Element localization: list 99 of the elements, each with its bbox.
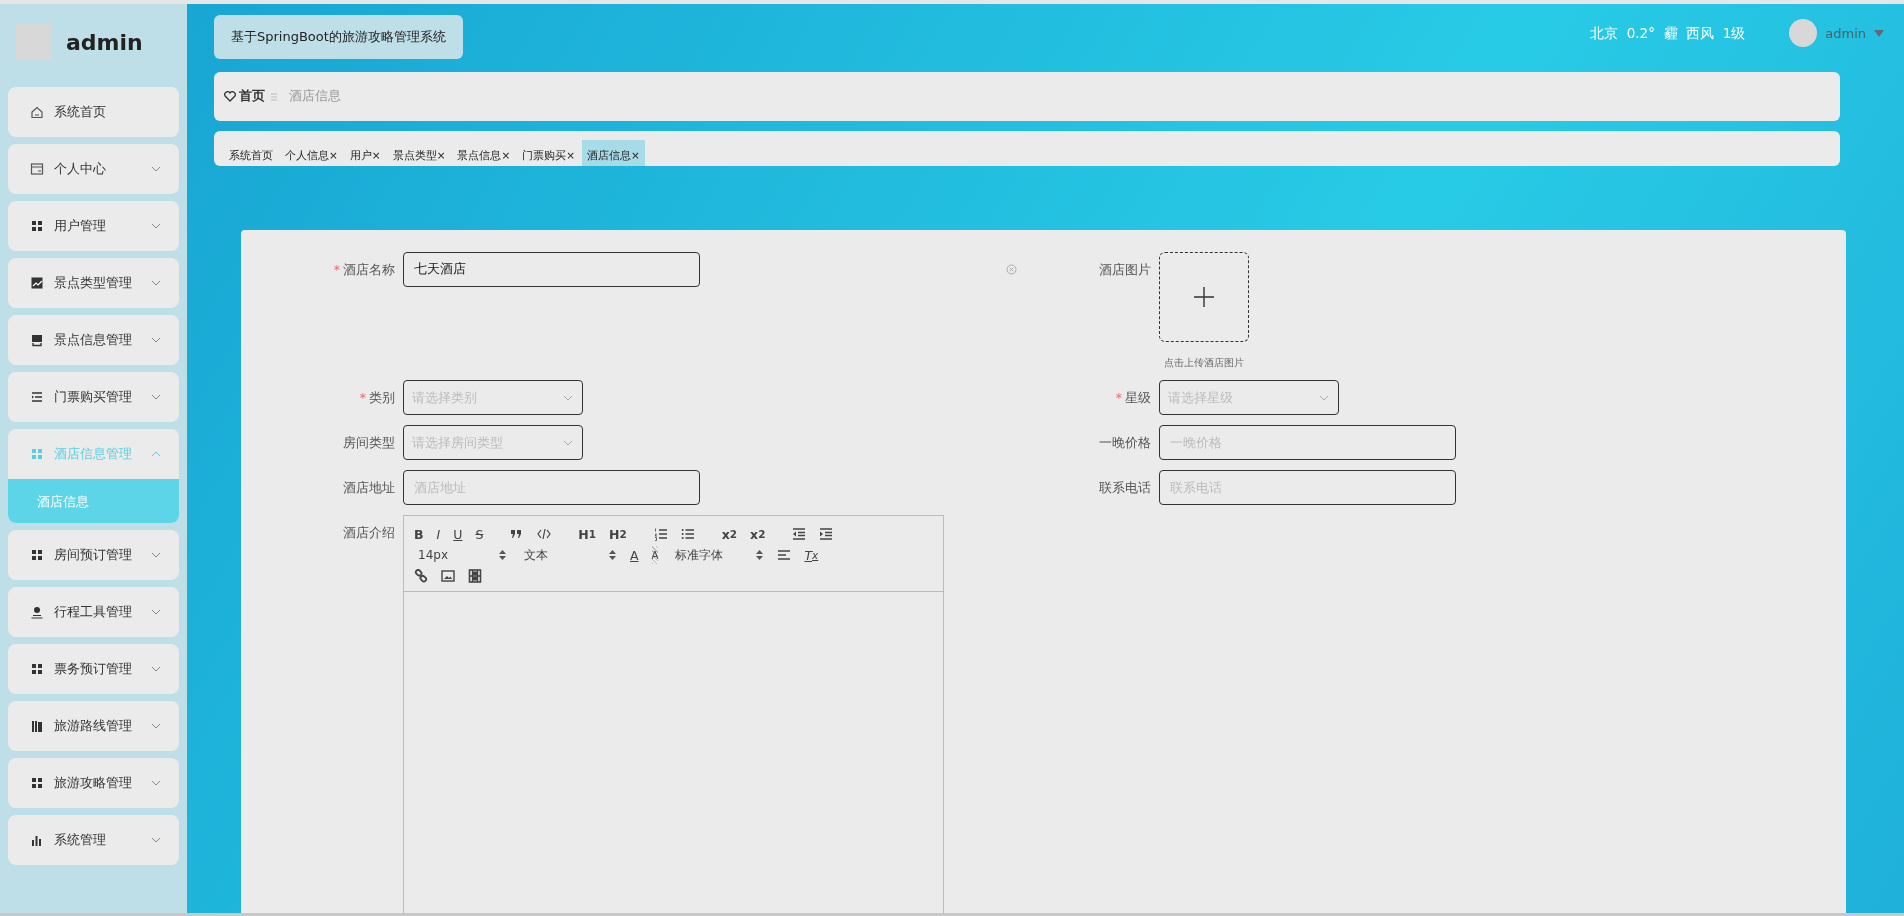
outdent-button[interactable] [792,525,807,543]
required-mark: * [359,390,366,405]
field-label: 酒店介绍 [343,525,395,540]
image-icon [441,569,455,583]
chevron-down-icon [151,723,161,729]
upload-button[interactable] [1159,252,1249,342]
weather-text: 北京 0.2° 霾 西风 1级 [1590,25,1746,43]
window-icon [30,162,44,176]
film-button[interactable] [468,567,482,585]
page-tab[interactable]: 个人信息× [280,140,343,166]
grid-icon [30,548,44,562]
dropdown-picker[interactable]: 标准字体 [671,546,768,564]
grid-icon [30,219,44,233]
image-button[interactable] [441,567,455,585]
separator-icon [268,91,280,102]
field-label: 类别 [369,390,395,405]
upload-hint: 点击上传酒店图片 [1164,356,1244,370]
chevron-down-icon [1319,395,1329,401]
chevron-down-icon [151,394,161,400]
person-icon [30,605,44,619]
bar-chart-icon [30,833,44,847]
chevron-down-icon [151,666,161,672]
up-down-icon [609,550,616,560]
user-name: admin [66,29,143,55]
up-down-icon [756,550,764,560]
chart-icon [30,276,44,290]
menu-item[interactable]: 房间预订管理 [8,530,179,580]
numbered-list-icon [653,527,668,541]
bullet-list-icon [680,527,695,541]
chevron-down-icon [151,223,161,229]
bold-button[interactable]: B [414,525,424,543]
field-label: 酒店地址 [343,480,395,495]
avatar-photo [16,24,52,60]
chevron-down-icon [151,280,161,286]
chevron-down-icon [151,780,161,786]
breadcrumb-link[interactable]: 首页 [239,88,265,105]
menu-item[interactable]: 系统管理 [8,815,179,865]
chevron-down-icon [151,552,161,558]
menu-item[interactable]: 景点类型管理 [8,258,179,308]
heart-icon [224,91,236,102]
house-icon [30,105,44,119]
chevron-down-icon [151,166,161,172]
film-icon [468,569,482,583]
menu-item[interactable]: 票务预订管理 [8,644,179,694]
menu-item[interactable]: 旅游路线管理 [8,701,179,751]
underline-button[interactable]: U [453,525,463,543]
field-label: 星级 [1125,390,1151,405]
outdent-icon [792,527,807,541]
grid-icon [30,447,44,461]
system-title: 基于SpringBoot的旅游攻略管理系统 [214,15,463,59]
field-label: 酒店图片 [1099,262,1151,277]
chevron-down-icon [151,609,161,615]
menu-item[interactable]: 个人中心 [8,144,179,194]
page-tab[interactable]: 酒店信息× [582,140,645,166]
field-label: 酒店名称 [343,262,395,277]
page-tab[interactable]: 用户× [344,140,386,166]
caret-down-icon[interactable] [1874,29,1884,37]
avatar-photo [1789,19,1818,47]
strikethrough-button[interactable]: S [475,525,484,543]
menu-item[interactable]: 系统首页 [8,87,179,137]
required-mark: * [1115,390,1122,405]
menu-item[interactable]: 旅游攻略管理 [8,758,179,808]
dropdown-picker[interactable]: 文本 [520,546,620,564]
dropdown-picker[interactable]: 14px [414,548,510,562]
page-tab[interactable]: 门票购买× [517,140,581,166]
chevron-down-icon [151,337,161,343]
menu-item[interactable]: 景点信息管理 [8,315,179,365]
indent-button[interactable] [819,525,834,543]
menu-item[interactable]: 行程工具管理 [8,587,179,637]
plus-icon [1194,287,1214,307]
align-left-icon [777,548,792,562]
grid-icon [30,662,44,676]
code-icon [537,527,552,541]
tray-icon [30,333,44,347]
background-color-button[interactable]: A [651,546,659,564]
required-mark: * [333,262,340,277]
indent-icon [819,527,834,541]
menu-item[interactable]: 门票购买管理 [8,372,179,422]
italic-button[interactable]: I [436,525,441,543]
text-color-button[interactable]: A [630,546,639,564]
menu-item[interactable]: 用户管理 [8,201,179,251]
chevron-down-icon [151,837,161,843]
field-label: 一晚价格 [1099,435,1151,450]
page-tab[interactable]: 系统首页 [224,140,278,166]
breadcrumb-current: 酒店信息 [289,88,341,105]
chevron-down-icon [563,395,573,401]
chevron-down-icon [563,440,573,446]
field-label: 房间类型 [343,435,395,450]
up-down-icon [499,550,506,560]
input-field[interactable]: 七天酒店 [403,252,700,287]
bookshelf-icon [30,719,44,733]
field-label: 联系电话 [1099,480,1151,495]
page-tab[interactable]: 景点信息× [452,140,516,166]
grid-icon [30,776,44,790]
page-tab[interactable]: 景点类型× [387,140,451,166]
list-icon [30,390,44,404]
chevron-up-icon [151,451,161,457]
link-icon [414,569,428,583]
link-button[interactable] [414,567,428,585]
